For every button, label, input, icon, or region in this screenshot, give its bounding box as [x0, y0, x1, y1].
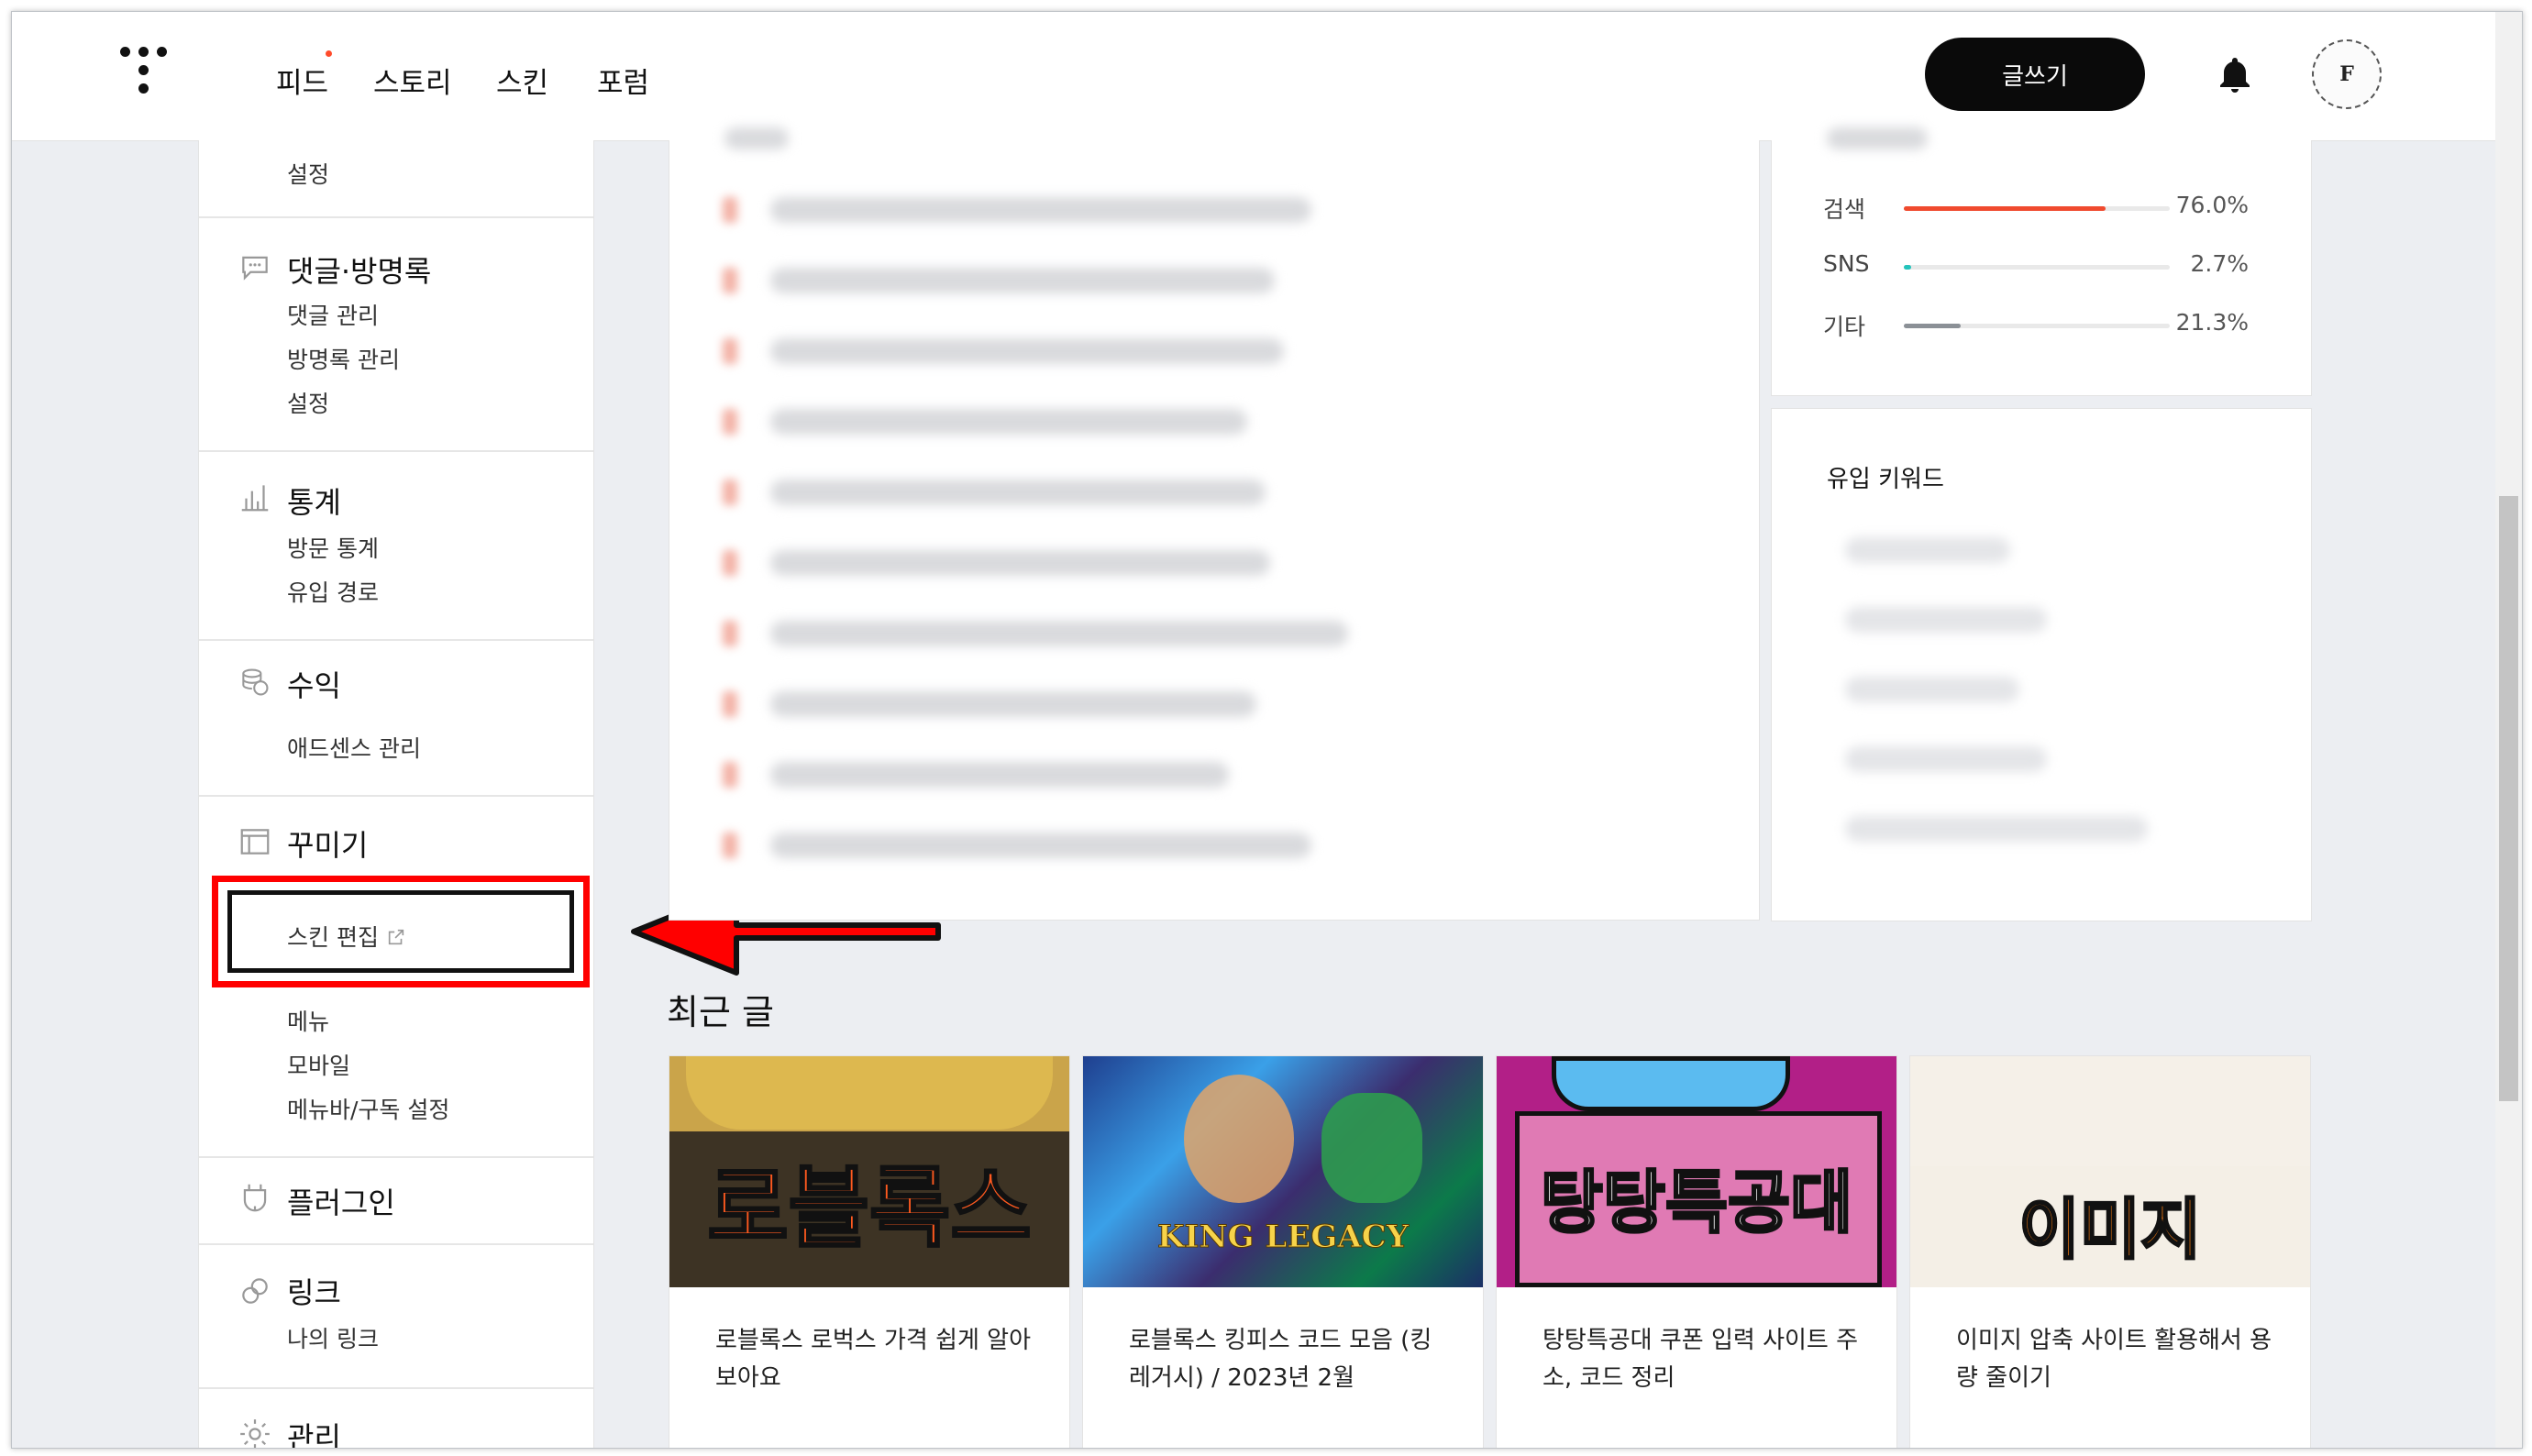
vertical-scrollbar[interactable]	[2495, 12, 2522, 1448]
blurred-post-row[interactable]	[770, 409, 1247, 435]
post-thumbnail: 이미지	[1910, 1056, 2310, 1287]
inflow-percent-etc: 21.3%	[2175, 309, 2249, 336]
top-navigation: 피드 스토리 스킨 포럼 글쓰기 F	[12, 12, 2495, 141]
nav-forum[interactable]: 포럼	[597, 60, 649, 101]
sidebar-item-guestbook-manage[interactable]: 방명록 관리	[287, 342, 400, 375]
inflow-label-search: 검색	[1823, 196, 1866, 223]
nav-skin[interactable]: 스킨	[496, 60, 548, 101]
sidebar-item-inflow[interactable]: 유입 경로	[287, 575, 379, 608]
gear-icon	[240, 1419, 270, 1448]
keywords-title: 유입 키워드	[1827, 466, 1944, 493]
thumb-text: 로블록스	[706, 1156, 1033, 1262]
sidebar-title-revenue[interactable]: 수익	[287, 663, 341, 705]
post-card[interactable]: 탕탕특공대 탕탕특공대 쿠폰 입력 사이트 주소, 코드 정리	[1496, 1055, 1897, 1448]
popular-posts-card	[669, 127, 1760, 921]
inflow-bar-fill	[1904, 324, 1961, 328]
post-title[interactable]: 탕탕특공대 쿠폰 입력 사이트 주소, 코드 정리	[1542, 1322, 1873, 1397]
sidebar-item-setting-top[interactable]: 설정	[287, 157, 329, 190]
link-icon	[242, 1278, 268, 1304]
blurred-post-row[interactable]	[770, 480, 1266, 505]
post-title[interactable]: 이미지 압축 사이트 활용해서 용량 줄이기	[1956, 1322, 2286, 1397]
sidebar-item-menu[interactable]: 메뉴	[287, 1004, 329, 1037]
inflow-bar-fill	[1904, 265, 1911, 270]
inflow-label-etc: 기타	[1823, 314, 1866, 340]
post-card[interactable]: 로블록스 로블록스 로벅스 가격 쉽게 알아보아요	[669, 1055, 1070, 1448]
sidebar-item-comment-setting[interactable]: 설정	[287, 386, 329, 419]
blurred-post-row[interactable]	[770, 550, 1270, 576]
speech-bubble-icon	[242, 256, 268, 281]
scrollbar-thumb[interactable]	[2499, 496, 2518, 1101]
inflow-percent-search: 76.0%	[2175, 192, 2249, 218]
sidebar-title-design[interactable]: 꾸미기	[287, 822, 368, 865]
layout-icon	[240, 829, 270, 855]
sidebar-title-manage[interactable]: 관리	[287, 1415, 341, 1448]
post-title[interactable]: 로블록스 로벅스 가격 쉽게 알아보아요	[715, 1322, 1045, 1397]
thumb-text: KING LEGACY	[1157, 1219, 1410, 1255]
post-thumbnail: KING LEGACY	[1083, 1056, 1483, 1287]
inflow-bar-fill	[1904, 206, 2106, 211]
keywords-card: 유입 키워드	[1771, 408, 2312, 921]
thumb-text: 탕탕특공대	[1539, 1163, 1853, 1244]
inflow-label-sns: SNS	[1823, 250, 1870, 277]
sidebar-item-adsense[interactable]: 애드센스 관리	[287, 731, 421, 764]
blurred-post-row[interactable]	[770, 833, 1311, 858]
avatar-letter: F	[2339, 62, 2354, 86]
post-thumbnail: 탕탕특공대	[1497, 1056, 1896, 1287]
sidebar: 설정 댓글·방명록 댓글 관리 방명록 관리 설정 통계 방문 통계 유입 경로…	[198, 140, 594, 1448]
browser-window: 피드 스토리 스킨 포럼 글쓰기 F 설정 댓글·방명록 댓글 관리 방명록 관…	[11, 11, 2523, 1449]
sidebar-item-my-link[interactable]: 나의 링크	[287, 1321, 379, 1354]
avatar[interactable]: F	[2312, 39, 2382, 109]
post-card[interactable]: 이미지 이미지 압축 사이트 활용해서 용량 줄이기	[1909, 1055, 2311, 1448]
write-button[interactable]: 글쓰기	[1925, 38, 2145, 111]
blurred-post-row[interactable]	[770, 621, 1348, 646]
post-card[interactable]: KING LEGACY 로블록스 킹피스 코드 모음 (킹 레거시) / 202…	[1082, 1055, 1484, 1448]
inflow-bar-etc	[1904, 324, 2170, 328]
highlight-inner-box	[227, 890, 574, 973]
blurred-post-row[interactable]	[770, 691, 1256, 717]
sidebar-title-comments[interactable]: 댓글·방명록	[287, 248, 431, 291]
post-thumbnail: 로블록스	[669, 1056, 1069, 1287]
bell-icon[interactable]	[2213, 54, 2257, 98]
new-badge-dot	[326, 50, 332, 57]
tistory-logo-icon[interactable]	[120, 47, 175, 102]
nav-feed[interactable]: 피드	[276, 60, 328, 101]
blurred-post-row[interactable]	[770, 338, 1284, 364]
sidebar-title-plugin[interactable]: 플러그인	[287, 1180, 395, 1222]
thumb-text: 이미지	[2018, 1190, 2203, 1270]
sidebar-item-visit-stats[interactable]: 방문 통계	[287, 531, 379, 564]
inflow-bar-search	[1904, 206, 2170, 211]
blurred-post-row[interactable]	[770, 268, 1275, 293]
post-title[interactable]: 로블록스 킹피스 코드 모음 (킹 레거시) / 2023년 2월	[1129, 1322, 1459, 1397]
bar-chart-icon	[241, 485, 269, 512]
inflow-bar-sns	[1904, 265, 2170, 270]
blurred-post-row[interactable]	[770, 197, 1311, 223]
sidebar-title-stats[interactable]: 통계	[287, 480, 341, 522]
sidebar-title-link[interactable]: 링크	[287, 1270, 341, 1312]
sidebar-item-mobile[interactable]: 모바일	[287, 1048, 350, 1081]
inflow-stats-card: 검색 76.0% SNS 2.7% 기타 21.3%	[1771, 127, 2312, 396]
plugin-icon	[243, 1184, 267, 1212]
nav-story[interactable]: 스토리	[373, 60, 452, 101]
inflow-percent-sns: 2.7%	[2190, 250, 2249, 277]
coins-icon	[242, 668, 269, 696]
blurred-post-row[interactable]	[770, 762, 1229, 788]
sidebar-item-comment-manage[interactable]: 댓글 관리	[287, 298, 379, 331]
recent-posts-heading: 최근 글	[667, 992, 774, 1032]
sidebar-item-menubar[interactable]: 메뉴바/구독 설정	[287, 1092, 449, 1125]
